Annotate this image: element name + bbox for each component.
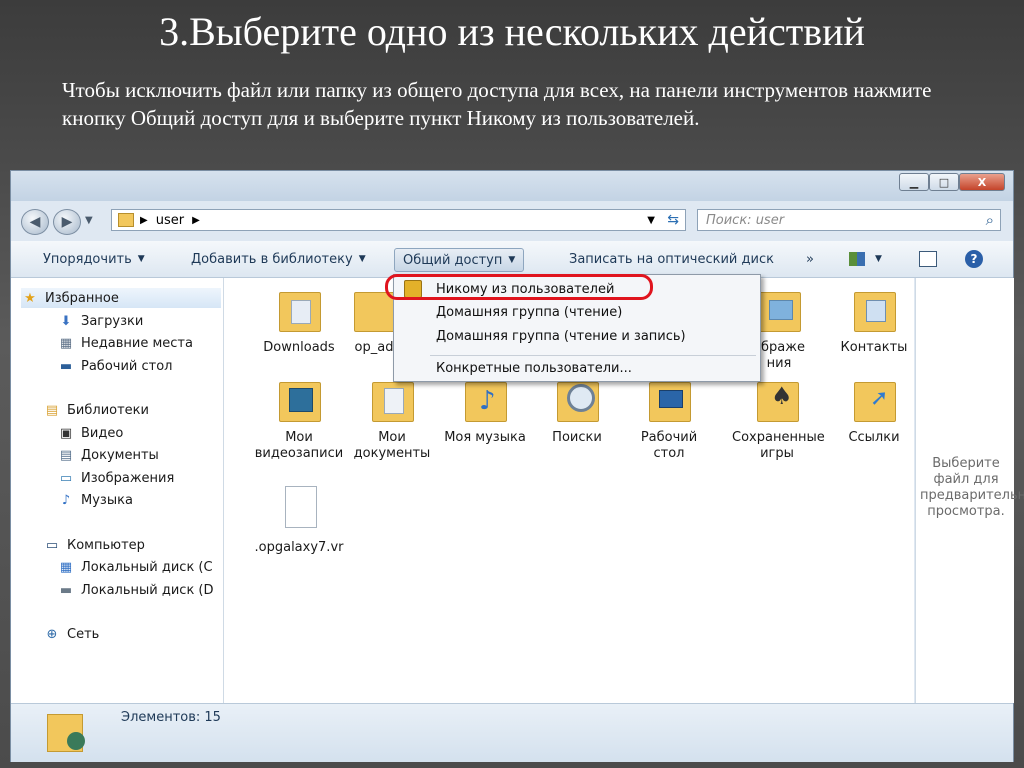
history-dropdown-icon[interactable]: ▼ (85, 215, 93, 226)
nav-computer[interactable]: ▭ Компьютер (43, 535, 145, 555)
annotation-highlight (385, 274, 653, 300)
address-path: user (155, 212, 185, 228)
nav-disk-d[interactable]: ▬ Локальный диск (D (57, 580, 223, 600)
view-options-button[interactable]: ▼ (849, 248, 882, 270)
computer-icon: ▭ (45, 537, 59, 553)
folder-icon (277, 286, 321, 332)
folder-icon (647, 376, 691, 422)
preview-pane-button[interactable] (919, 248, 937, 270)
folder-icon (757, 286, 801, 332)
document-icon: ▤ (59, 447, 73, 463)
chevron-down-icon: ▼ (358, 254, 366, 264)
nav-downloads[interactable]: ⬇ Загрузки (57, 311, 144, 331)
burn-disc-button[interactable]: Записать на оптический диск (569, 248, 774, 270)
navigation-pane: ★ Избранное ⬇ Загрузки ▦ Недавние места ▬ Ра… (11, 278, 224, 703)
folder-saved-games[interactable]: ♠ Сохраненные игры (732, 376, 825, 462)
music-icon: ♪ (61, 492, 71, 508)
command-bar: Упорядочить ▼ Добавить в библиотеку ▼ Общи… (11, 241, 1013, 278)
folder-icon (555, 376, 599, 422)
breadcrumb-arrow-icon: ▶ (192, 214, 200, 226)
search-icon[interactable]: ⌕ (986, 211, 994, 229)
recent-places-icon: ▦ (59, 335, 73, 351)
chevron-down-icon: ▼ (508, 255, 516, 265)
nav-desktop[interactable]: ▬ Рабочий стол (57, 356, 173, 376)
breadcrumb-arrow-icon: ▶ (140, 214, 148, 226)
nav-favorites[interactable]: ★ Избранное (21, 288, 221, 308)
folder-icon (277, 376, 321, 422)
nav-recent[interactable]: ▦ Недавние места (57, 333, 193, 353)
menu-item-homegroup-read[interactable]: Домашняя группа (чтение) (394, 301, 760, 323)
title-bar: ▁ □ X (11, 171, 1013, 201)
close-button[interactable]: X (959, 173, 1005, 191)
forward-arrow-icon: ▶ (61, 214, 73, 230)
menu-item-homegroup-readwrite[interactable]: Домашняя группа (чтение и запись) (394, 325, 760, 347)
address-row: ◀ ▶ ▼ ▶ user ▶ ▼ ⇆ Поиск: user ⌕ (11, 201, 1013, 241)
folder-icon: ♠ (755, 376, 799, 422)
nav-disk-c[interactable]: ▦ Локальный диск (C (57, 557, 223, 577)
address-dropdown-icon[interactable]: ▼ (647, 215, 655, 226)
network-icon: ⊕ (46, 626, 58, 642)
help-icon: ? (965, 250, 983, 268)
add-to-library-button[interactable]: Добавить в библиотеку ▼ (191, 248, 366, 270)
nav-music[interactable]: ♪ Музыка (57, 490, 133, 510)
preview-message: Выберите файл для предварительного просм… (920, 456, 1024, 519)
nav-network[interactable]: ⊕ Сеть (43, 624, 100, 644)
explorer-window: ▁ □ X ◀ ▶ ▼ ▶ user ▶ ▼ ⇆ Поиск: user ⌕ У… (10, 170, 1024, 762)
folder-downloads[interactable]: Downloads (254, 286, 344, 356)
item-count: Элементов: 15 (121, 710, 221, 725)
windows-drive-icon: ▦ (59, 559, 73, 575)
folder-my-music[interactable]: ♪ Моя музыка (440, 376, 530, 446)
file-opgalaxy[interactable]: .opgalaxy7.vr (254, 486, 344, 556)
organize-button[interactable]: Упорядочить ▼ (43, 248, 145, 270)
folder-icon: ♪ (463, 376, 507, 422)
search-input[interactable]: Поиск: user ⌕ (697, 209, 1001, 231)
folder-icon (370, 376, 414, 422)
folder-contacts[interactable]: Контакты (829, 286, 919, 356)
more-commands-button[interactable]: » (806, 248, 814, 270)
folder-desktop[interactable]: Рабочий стол (624, 376, 714, 462)
image-icon: ▭ (59, 470, 73, 486)
desktop-icon: ▬ (59, 358, 73, 374)
folder-user-icon (118, 213, 134, 227)
search-placeholder: Поиск: user (706, 212, 785, 228)
nav-video[interactable]: ▣ Видео (57, 423, 123, 443)
address-bar[interactable]: ▶ user ▶ ▼ ⇆ (111, 209, 686, 231)
nav-libraries[interactable]: ▤ Библиотеки (43, 400, 149, 420)
slide-text: Чтобы исключить файл или папку из общего… (62, 78, 932, 130)
file-icon (277, 486, 321, 532)
drive-icon: ▬ (59, 582, 73, 598)
forward-button[interactable]: ▶ (53, 209, 81, 235)
back-button[interactable]: ◀ (21, 209, 49, 235)
menu-item-specific-users[interactable]: Конкретные пользователи... (394, 357, 760, 379)
shared-user-folder-icon (47, 710, 87, 754)
folder-my-documents[interactable]: Мои документы (347, 376, 437, 462)
menu-separator (430, 355, 756, 356)
folder-icon (852, 286, 896, 332)
back-arrow-icon: ◀ (29, 214, 41, 230)
status-bar: Элементов: 15 (11, 703, 1013, 762)
minimize-button[interactable]: ▁ (899, 173, 929, 191)
maximize-button[interactable]: □ (929, 173, 959, 191)
folder-icon: ➚ (852, 376, 896, 422)
video-icon: ▣ (59, 425, 73, 441)
folder-links[interactable]: ➚ Ссылки (829, 376, 919, 446)
download-icon: ⬇ (60, 313, 72, 329)
share-button[interactable]: Общий доступ ▼ (394, 248, 525, 272)
nav-images[interactable]: ▭ Изображения (57, 468, 174, 488)
help-button[interactable]: ? (965, 248, 983, 270)
folder-my-videos[interactable]: Мои видеозаписи (254, 376, 344, 462)
chevron-down-icon: ▼ (875, 254, 882, 264)
refresh-icon[interactable]: ⇆ (667, 212, 679, 228)
chevron-down-icon: ▼ (137, 254, 145, 264)
folder-searches[interactable]: Поиски (532, 376, 622, 446)
slide-title: 3.Выберите одно из нескольких действий (159, 9, 865, 54)
nav-documents[interactable]: ▤ Документы (57, 445, 159, 465)
view-grid-icon (849, 252, 865, 266)
preview-pane: Выберите файл для предварительного просм… (915, 278, 1024, 703)
preview-pane-icon (919, 251, 937, 267)
star-icon: ★ (24, 290, 36, 306)
libraries-icon: ▤ (45, 402, 59, 418)
